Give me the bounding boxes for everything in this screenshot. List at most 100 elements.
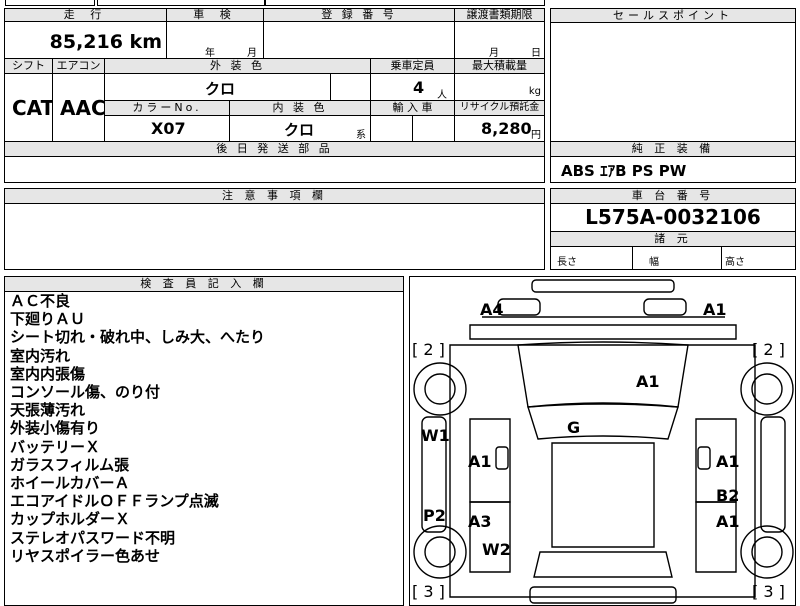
genuine-equipment-box: 純 正 装 備 ABS ｴｱB PS PW (550, 141, 796, 183)
color-no-cell: X07 (104, 115, 230, 142)
top-strip-left (5, 0, 95, 6)
shift-value: CAT (12, 96, 55, 120)
aircon-header: エアコン (52, 58, 105, 74)
mark-a1-right-door: A1 (716, 452, 740, 471)
mark-a4: A4 (480, 300, 504, 319)
rear-left-tire-shape (413, 525, 467, 579)
mark-w1: W1 (421, 426, 450, 445)
shift-header: シフト (4, 58, 53, 74)
mark-tire-right-rear: [ 3 ] (752, 582, 785, 601)
transfer-cell: 月 日 (454, 21, 545, 59)
note-item: 室内内張傷 (10, 364, 86, 383)
color-no-header: カラーNo. (104, 100, 230, 116)
dims-header: 諸 元 (551, 232, 795, 247)
front-right-hub-shape (751, 373, 783, 405)
length-label: 長さ (557, 257, 577, 268)
dims-sep-1 (632, 247, 633, 270)
mark-a1-front-right: A1 (703, 300, 727, 319)
top-strip-mid (97, 0, 265, 6)
roof-shape (551, 442, 655, 548)
later-parts-header: 後 日 発 送 部 品 (4, 141, 545, 157)
mark-b2: B2 (716, 486, 740, 505)
note-item: 室内汚れ (10, 346, 71, 365)
note-item: シート切れ・破れ中、しみ大、へたり (10, 328, 266, 347)
capacity-unit: 人 (437, 90, 447, 101)
aircon-cell: AAC (52, 73, 106, 142)
car-diagram (413, 279, 794, 604)
right-side-strip-shape (760, 416, 786, 533)
note-item: カップホルダーＸ (10, 510, 131, 529)
mileage-value: 85,216 km (49, 31, 162, 53)
recycle-unit: 円 (531, 130, 541, 141)
windshield-shape (527, 402, 679, 440)
import-header: 輸 入 車 (370, 100, 455, 116)
color-no-value: X07 (151, 119, 186, 138)
note-item: エコアイドルＯＦＦランプ点滅 (10, 492, 219, 511)
rear-window-shape (533, 551, 673, 578)
import-cell-b (412, 115, 455, 142)
ext-color-value: クロ (205, 80, 236, 98)
width-label: 幅 (649, 257, 659, 268)
note-item: 天張薄汚れ (10, 401, 86, 420)
recycle-value: 8,280 (481, 119, 532, 138)
int-color-suffix: 系 (356, 130, 366, 141)
right-headlight-shape (643, 298, 687, 316)
note-item: コンソール傷、のり付 (10, 383, 161, 402)
top-strip-right (265, 0, 545, 6)
load-unit: kg (528, 86, 541, 97)
rear-bumper-shape (529, 586, 677, 604)
note-item: ホイールカバーＡ (10, 474, 130, 493)
aircon-value: AAC (60, 96, 106, 120)
note-item: 外装小傷有り (10, 419, 101, 438)
left-mirror-shape (495, 446, 509, 470)
inspection-month: 月 (247, 48, 257, 59)
int-color-cell: クロ 系 (229, 115, 371, 142)
max-load-cell: kg (454, 73, 545, 101)
transfer-header: 譲渡書類期限 (454, 8, 545, 22)
mark-tire-left-front: [ 2 ] (412, 340, 445, 359)
right-mirror-shape (697, 446, 711, 470)
inspection-header: 車 検 (166, 8, 264, 22)
transfer-month: 月 (489, 48, 499, 59)
registration-cell (263, 21, 455, 59)
later-parts-cell (4, 156, 545, 183)
sales-point-box: セールスポイント (550, 8, 796, 142)
genuine-equipment-header: 純 正 装 備 (551, 142, 795, 157)
hood-shape (517, 341, 689, 408)
mileage-header: 走 行 (4, 8, 167, 22)
note-item: リヤスポイラー色あせ (10, 546, 161, 565)
int-color-header: 内 装 色 (229, 100, 371, 116)
car-diagram-box: A4 A1 [ 2 ] [ 2 ] A1 W1 G A1 A1 B2 P2 A3… (409, 276, 796, 606)
capacity-header: 乗車定員 (370, 58, 455, 74)
mark-p2: P2 (423, 506, 446, 525)
height-label: 高さ (725, 257, 745, 268)
transfer-day: 日 (531, 48, 541, 59)
rear-right-hub-shape (751, 536, 783, 568)
capacity-value: 4 (413, 78, 425, 97)
max-load-header: 最大積載量 (454, 58, 545, 74)
mark-a1-hood: A1 (636, 372, 660, 391)
shift-cell: CAT (4, 73, 55, 142)
registration-header: 登 録 番 号 (263, 8, 455, 22)
mark-a3: A3 (468, 512, 492, 531)
note-item: バッテリーＸ (10, 437, 101, 456)
inspector-header: 検 査 員 記 入 欄 (5, 277, 403, 292)
mark-tire-right-front: [ 2 ] (752, 340, 785, 359)
ext-color-header: 外 装 色 (104, 58, 371, 74)
front-grille-shape (469, 324, 737, 340)
front-left-tire-shape (413, 362, 467, 416)
caution-header: 注 意 事 項 欄 (5, 189, 544, 204)
recycle-cell: 8,280 円 (454, 115, 545, 142)
front-right-tire-shape (740, 362, 794, 416)
dims-sep-2 (721, 247, 722, 270)
mark-a1-right-rear: A1 (716, 512, 740, 531)
ext-color-cell: クロ (104, 73, 331, 101)
body-outline-shape (449, 344, 756, 598)
import-cell-a (370, 115, 413, 142)
mileage-cell: 85,216 km (4, 21, 167, 59)
mark-tire-left-rear: [ 3 ] (412, 582, 445, 601)
inspector-notes: ＡＣ不良 下廻りＡＵ シート切れ・破れ中、しみ大、へたり 室内汚れ 室内内張傷 … (10, 292, 265, 565)
mark-g: G (567, 418, 581, 437)
mark-w2: W2 (482, 540, 511, 559)
note-item: ガラスフィルム張 (10, 455, 130, 474)
